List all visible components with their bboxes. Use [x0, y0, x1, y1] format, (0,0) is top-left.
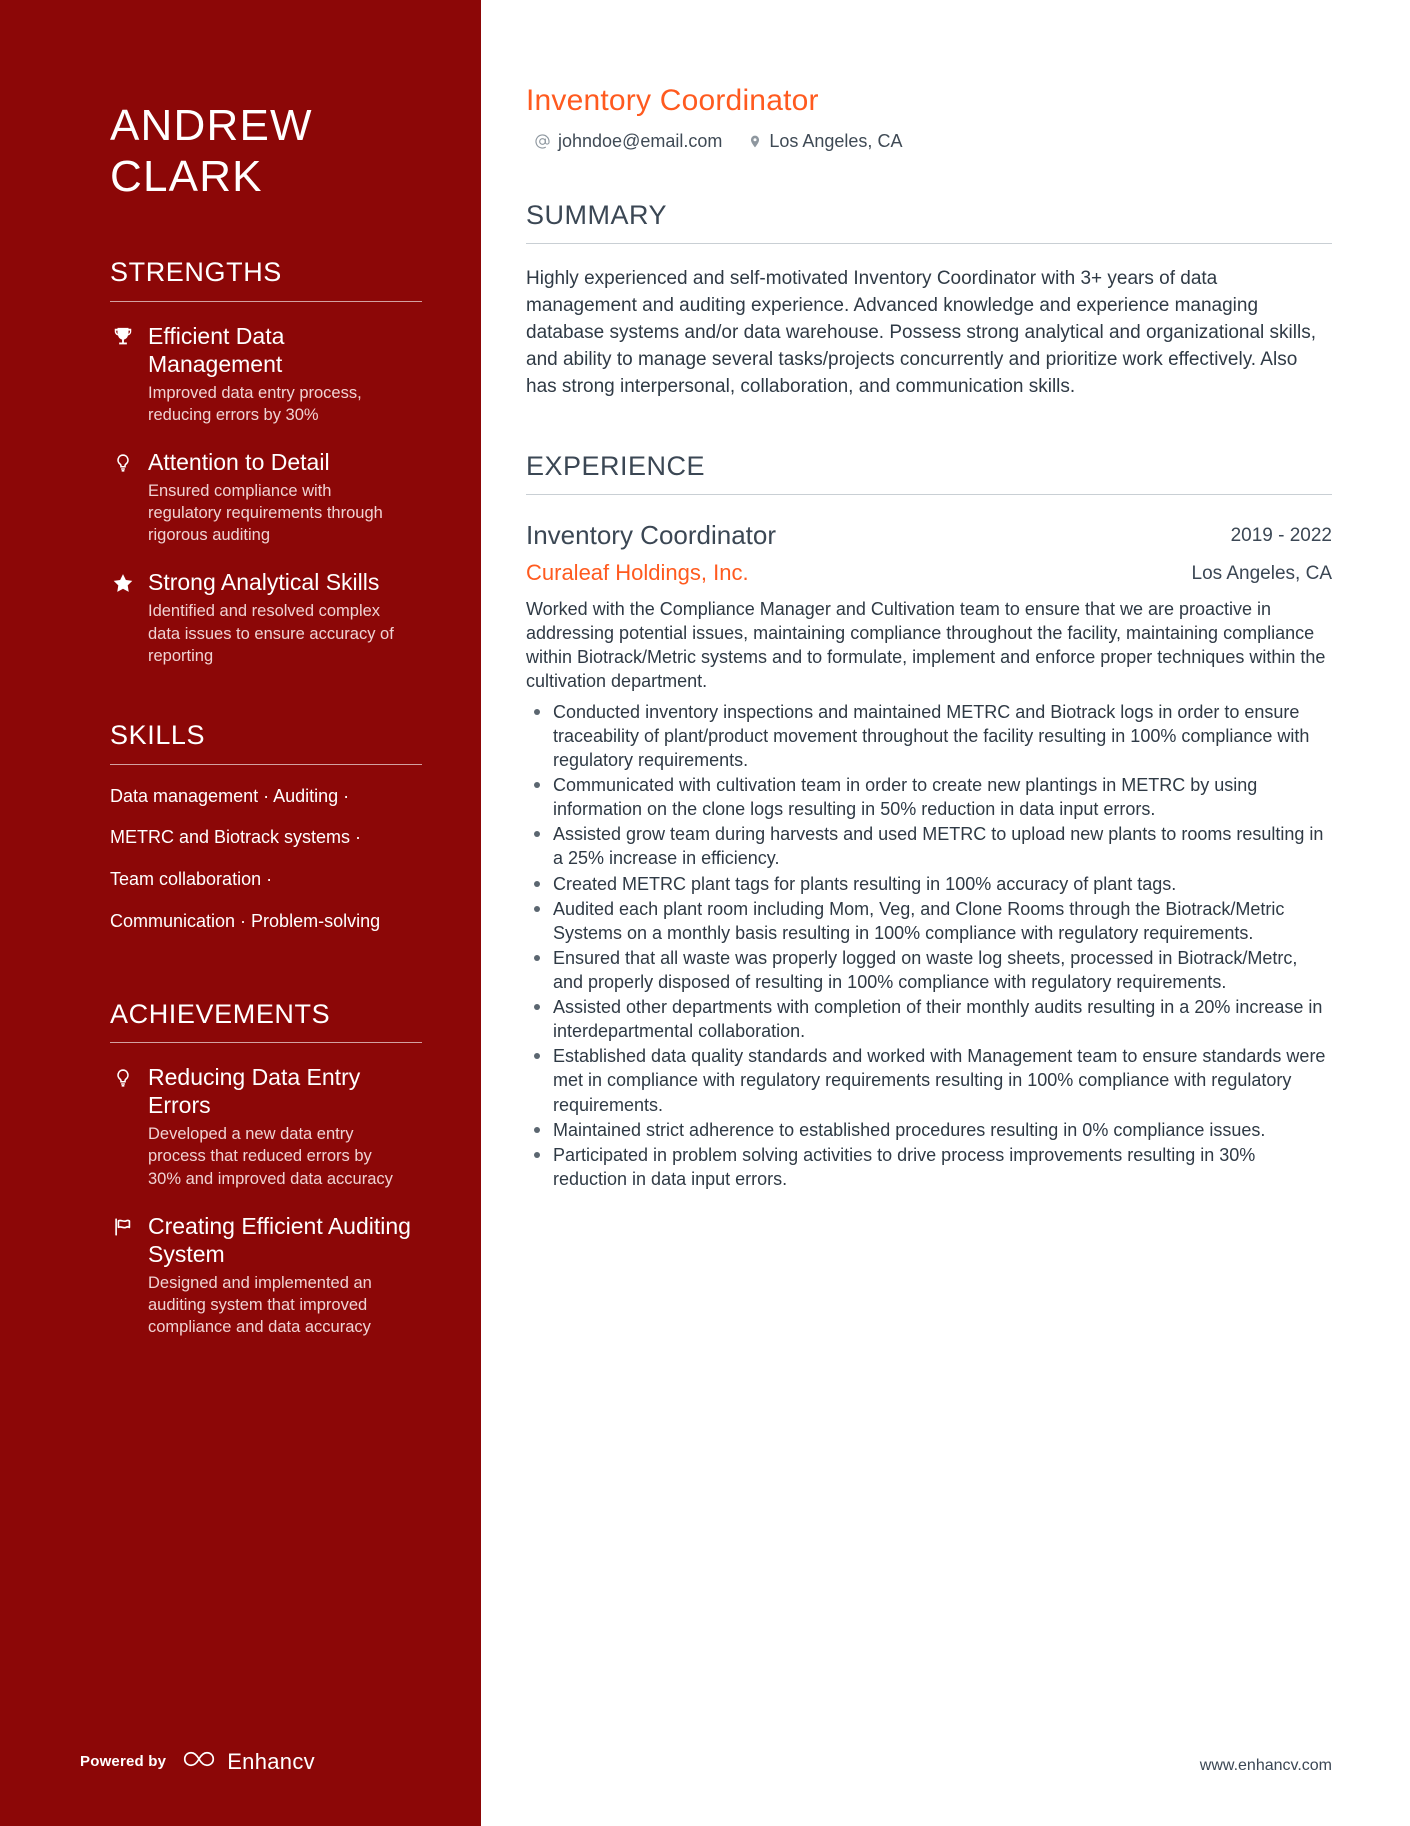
- contact-row: johndoe@email.com Los Angeles, CA: [534, 131, 1332, 152]
- contact-email[interactable]: johndoe@email.com: [534, 131, 722, 152]
- lightbulb-icon: [110, 448, 136, 474]
- list-item: Maintained strict adherence to establish…: [526, 1118, 1332, 1142]
- candidate-name: ANDREW CLARK: [110, 100, 419, 202]
- skill-line: Team collaboration ·: [110, 869, 273, 889]
- lightbulb-icon: [110, 1063, 136, 1089]
- sidebar-footer: Powered by Enhancv: [80, 1748, 315, 1775]
- main-content: Inventory Coordinator johndoe@email.com: [481, 0, 1410, 1826]
- experience-section: EXPERIENCE Inventory Coordinator Curalea…: [526, 451, 1332, 1191]
- experience-entry: Inventory Coordinator Curaleaf Holdings,…: [526, 519, 1332, 1191]
- list-item: Audited each plant room including Mom, V…: [526, 897, 1332, 945]
- summary-section: SUMMARY Highly experienced and self-moti…: [526, 200, 1332, 401]
- experience-role: Inventory Coordinator: [526, 519, 777, 550]
- strength-item: Efficient Data Management Improved data …: [110, 322, 419, 426]
- enhancv-brand: Enhancv: [180, 1748, 315, 1775]
- strength-desc: Improved data entry process, reducing er…: [148, 383, 362, 424]
- strength-item: Strong Analytical Skills Identified and …: [110, 568, 419, 666]
- list-item: Conducted inventory inspections and main…: [526, 700, 1332, 772]
- contact-location: Los Angeles, CA: [748, 131, 902, 152]
- achievements-title: ACHIEVEMENTS: [110, 998, 331, 1029]
- strengths-title: STRENGTHS: [110, 257, 282, 288]
- summary-divider: [526, 243, 1332, 244]
- skills-title: SKILLS: [110, 719, 206, 750]
- strength-name: Efficient Data Management: [148, 322, 285, 377]
- skills-section: SKILLS Data management · Auditing · METR…: [110, 719, 422, 934]
- at-icon: [534, 133, 551, 150]
- strength-desc: Ensured compliance with regulatory requi…: [148, 482, 383, 545]
- experience-dates: 2019 - 2022: [1230, 524, 1332, 546]
- list-item: Created METRC plant tags for plants resu…: [526, 872, 1332, 896]
- experience-title: EXPERIENCE: [526, 450, 706, 481]
- sidebar: ANDREW CLARK STRENGTHS Efficient Data Ma…: [0, 0, 481, 1826]
- skill-line: Communication · Problem-solving: [110, 910, 381, 931]
- contact-email-text: johndoe@email.com: [558, 131, 723, 151]
- achievement-item: Creating Efficient Auditing System Desig…: [110, 1212, 419, 1338]
- experience-divider: [526, 493, 1332, 495]
- website-url[interactable]: www.enhancv.com: [1200, 1757, 1332, 1775]
- infinity-logo-icon: [180, 1748, 218, 1775]
- strengths-divider: [110, 300, 422, 302]
- brand-name: Enhancv: [227, 1748, 315, 1774]
- achievement-desc: Developed a new data entry process that …: [148, 1125, 393, 1188]
- achievement-item: Reducing Data Entry Errors Developed a n…: [110, 1063, 419, 1189]
- list-item: Communicated with cultivation team in or…: [526, 773, 1332, 821]
- list-item: Participated in problem solving activiti…: [526, 1143, 1332, 1191]
- skill-line: METRC and Biotrack systems ·: [110, 827, 362, 848]
- candidate-last-name: CLARK: [110, 152, 263, 202]
- page-title: Inventory Coordinator: [526, 84, 819, 117]
- summary-text: Highly experienced and self-motivated In…: [526, 268, 1316, 397]
- achievements-divider: [110, 1042, 422, 1044]
- list-item: Established data quality standards and w…: [526, 1044, 1332, 1116]
- flag-icon: [110, 1212, 136, 1238]
- powered-by-label: Powered by: [80, 1753, 167, 1770]
- experience-description: Worked with the Compliance Manager and C…: [526, 599, 1326, 691]
- skills-divider: [110, 763, 422, 765]
- resume-page: ANDREW CLARK STRENGTHS Efficient Data Ma…: [0, 0, 1410, 1826]
- candidate-first-name: ANDREW: [110, 101, 313, 150]
- list-item: Ensured that all waste was properly logg…: [526, 946, 1332, 994]
- achievement-name: Creating Efficient Auditing System: [148, 1212, 411, 1267]
- achievement-name: Reducing Data Entry Errors: [148, 1064, 361, 1119]
- achievements-section: ACHIEVEMENTS Reducing Data Entry Errors …: [110, 998, 422, 1339]
- summary-title: SUMMARY: [526, 200, 668, 230]
- list-item: Assisted grow team during harvests and u…: [526, 822, 1332, 870]
- strength-name: Strong Analytical Skills: [148, 569, 380, 596]
- contact-location-text: Los Angeles, CA: [769, 131, 903, 151]
- strengths-section: STRENGTHS Efficient Data Management Impr…: [110, 257, 422, 667]
- list-item: Assisted other departments with completi…: [526, 995, 1332, 1043]
- strength-name: Attention to Detail: [148, 449, 330, 476]
- trophy-icon: [110, 322, 136, 348]
- experience-company[interactable]: Curaleaf Holdings, Inc.: [526, 560, 776, 585]
- achievement-desc: Designed and implemented an auditing sys…: [148, 1273, 372, 1336]
- strength-item: Attention to Detail Ensured compliance w…: [110, 448, 419, 546]
- experience-location: Los Angeles, CA: [1191, 562, 1332, 584]
- skill-line: Data management · Auditing ·: [110, 785, 350, 806]
- strength-desc: Identified and resolved complex data iss…: [148, 602, 394, 665]
- map-pin-icon: [748, 133, 762, 150]
- experience-bullet-list: Conducted inventory inspections and main…: [526, 700, 1332, 1191]
- star-icon: [110, 568, 136, 595]
